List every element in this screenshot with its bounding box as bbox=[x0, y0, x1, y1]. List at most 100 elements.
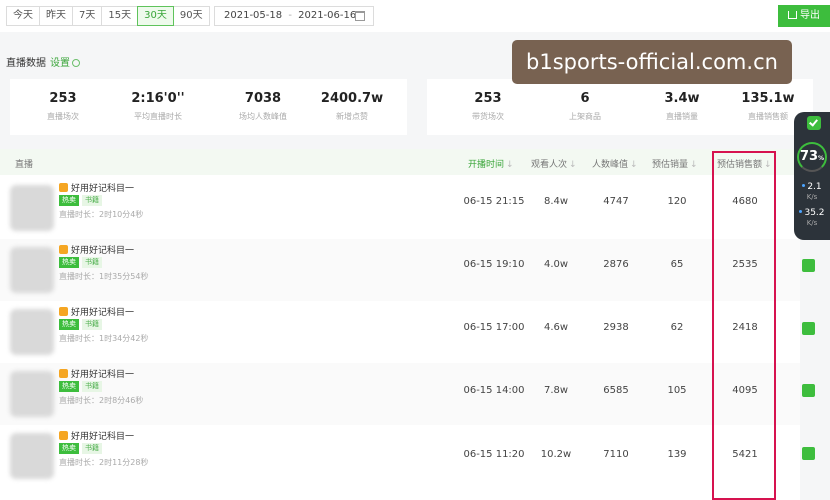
download-unit: K/s bbox=[806, 219, 818, 227]
live-thumbnail bbox=[10, 371, 54, 417]
live-title-text[interactable]: 好用好记科目一 bbox=[71, 246, 134, 256]
tag-hot: 热卖 bbox=[59, 381, 79, 392]
stat-selling-sessions: 253 带货场次 bbox=[443, 91, 533, 122]
cell-peak: 4747 bbox=[603, 196, 629, 207]
tag-book: 书籍 bbox=[82, 443, 102, 454]
calendar-icon bbox=[355, 11, 365, 21]
live-title: 好用好记科目一 bbox=[59, 243, 134, 256]
live-title-text[interactable]: 好用好记科目一 bbox=[71, 308, 134, 318]
network-speed-widget[interactable]: 73% 2.1 K/s 35.2 K/s bbox=[794, 112, 830, 240]
stat-avg-duration: 2:16'0'' 平均直播时长 bbox=[113, 91, 203, 122]
upload-value: 2.1 bbox=[807, 182, 822, 192]
upload-dot-icon bbox=[802, 184, 806, 187]
stat-label: 直播销量 bbox=[666, 112, 698, 121]
live-thumbnail bbox=[10, 309, 54, 355]
date-range-picker[interactable]: 2021-05-18 - 2021-06-16 bbox=[214, 6, 374, 26]
usage-unit: % bbox=[818, 155, 825, 162]
col-viewers-label: 观看人次 bbox=[531, 160, 568, 170]
live-sessions-table: 直播 开播时间 ↓ 观看人次 ↓ 人数峰值 ↓ 预估销量 ↓ 预估销售额 ↓ 好用好记科目… bbox=[0, 149, 800, 500]
tags: 热卖 书籍 bbox=[59, 195, 105, 206]
live-title: 好用好记科目一 bbox=[59, 305, 134, 318]
live-title-text[interactable]: 好用好记科目一 bbox=[71, 184, 134, 194]
export-label: 导出 bbox=[800, 10, 820, 21]
stat-value: 253 bbox=[49, 91, 77, 106]
live-tv-icon bbox=[59, 369, 68, 378]
col-viewers[interactable]: 观看人次 ↓ bbox=[531, 157, 577, 170]
stat-value: 6 bbox=[580, 91, 590, 106]
date-start: 2021-05-18 bbox=[224, 10, 283, 21]
stat-peak-viewers: 7038 场均人数峰值 bbox=[218, 91, 308, 122]
live-duration: 直播时长：1时35分54秒 bbox=[59, 272, 149, 281]
live-duration: 直播时长：2时11分28秒 bbox=[59, 458, 149, 467]
sort-icon: ↓ bbox=[506, 160, 514, 170]
cell-viewers: 4.6w bbox=[543, 322, 569, 333]
sort-icon: ↓ bbox=[630, 160, 638, 170]
date-separator: - bbox=[288, 10, 292, 21]
settings-link[interactable]: 设置 bbox=[50, 58, 70, 69]
stat-label: 直播场次 bbox=[47, 112, 79, 121]
col-sales[interactable]: 预估销量 ↓ bbox=[652, 157, 698, 170]
live-tv-icon bbox=[59, 307, 68, 316]
table-row[interactable]: 好用好记科目一 热卖 书籍 直播时长：2时10分4秒 06-15 21:15 8.… bbox=[0, 177, 800, 239]
table-header: 直播 开播时间 ↓ 观看人次 ↓ 人数峰值 ↓ 预估销量 ↓ 预估销售额 ↓ bbox=[0, 149, 800, 175]
stat-live-sales: 3.4w 直播销量 bbox=[637, 91, 727, 122]
tag-book: 书籍 bbox=[82, 257, 102, 268]
upload-speed: 2.1 K/s bbox=[794, 182, 830, 202]
live-title: 好用好记科目一 bbox=[59, 367, 134, 380]
stat-listed-products: 6 上架商品 bbox=[540, 91, 630, 122]
cell-peak: 6585 bbox=[603, 385, 629, 396]
cell-sales: 105 bbox=[667, 385, 687, 396]
export-button[interactable]: 导出 bbox=[778, 5, 830, 27]
sort-icon: ↓ bbox=[690, 160, 698, 170]
range-yesterday-button[interactable]: 昨天 bbox=[39, 6, 73, 26]
live-title-text[interactable]: 好用好记科目一 bbox=[71, 432, 134, 442]
table-row[interactable]: 好用好记科目一 热卖 书籍 直播时长：2时11分28秒 06-15 11:20 1… bbox=[0, 425, 800, 487]
stat-label: 上架商品 bbox=[569, 112, 601, 121]
range-7d-button[interactable]: 7天 bbox=[72, 6, 103, 26]
tags: 热卖 书籍 bbox=[59, 443, 105, 454]
cell-start-time: 06-15 11:20 bbox=[463, 449, 525, 460]
analyze-icon[interactable] bbox=[802, 447, 815, 460]
stat-value: 253 bbox=[474, 91, 502, 106]
live-title-text[interactable]: 好用好记科目一 bbox=[71, 370, 134, 380]
date-range-selector: 今天 昨天 7天 15天 30天 90天 bbox=[6, 6, 210, 26]
live-tv-icon bbox=[59, 431, 68, 440]
shield-icon bbox=[807, 116, 821, 130]
upload-unit: K/s bbox=[806, 193, 818, 201]
col-sales-label: 预估销量 bbox=[652, 160, 689, 170]
stat-value: 3.4w bbox=[664, 91, 700, 106]
tags: 热卖 书籍 bbox=[59, 257, 105, 268]
table-row[interactable]: 好用好记科目一 热卖 书籍 直播时长：2时8分46秒 06-15 14:00 7.… bbox=[0, 363, 800, 425]
usage-percent: 73 bbox=[799, 149, 819, 164]
stat-value: 135.1w bbox=[741, 91, 795, 106]
analyze-icon[interactable] bbox=[802, 259, 815, 272]
download-dot-icon bbox=[799, 210, 803, 213]
stat-value: 7038 bbox=[244, 91, 282, 106]
tag-book: 书籍 bbox=[82, 319, 102, 330]
col-peak[interactable]: 人数峰值 ↓ bbox=[592, 157, 638, 170]
toolbar: 今天 昨天 7天 15天 30天 90天 2021-05-18 - 2021-0… bbox=[0, 0, 830, 32]
analyze-icon[interactable] bbox=[802, 322, 815, 335]
analyze-icon[interactable] bbox=[802, 384, 815, 397]
tag-hot: 热卖 bbox=[59, 443, 79, 454]
cell-viewers: 7.8w bbox=[543, 385, 569, 396]
tag-hot: 热卖 bbox=[59, 257, 79, 268]
cell-peak: 2938 bbox=[603, 322, 629, 333]
range-15d-button[interactable]: 15天 bbox=[101, 6, 139, 26]
section-header: 直播数据 设置 bbox=[6, 54, 80, 69]
col-live: 直播 bbox=[15, 160, 34, 170]
usage-gauge: 73% bbox=[797, 142, 827, 172]
range-90d-button[interactable]: 90天 bbox=[172, 6, 210, 26]
cell-start-time: 06-15 19:10 bbox=[463, 259, 525, 270]
table-row[interactable]: 好用好记科目一 热卖 书籍 直播时长：1时35分54秒 06-15 19:10 4… bbox=[0, 239, 800, 301]
col-start-time[interactable]: 开播时间 ↓ bbox=[468, 157, 514, 170]
cell-peak: 2876 bbox=[603, 259, 629, 270]
live-title: 好用好记科目一 bbox=[59, 429, 134, 442]
table-row[interactable]: 好用好记科目一 热卖 书籍 直播时长：1时34分42秒 06-15 17:00 4… bbox=[0, 301, 800, 363]
range-30d-button[interactable]: 30天 bbox=[137, 6, 174, 26]
gear-icon[interactable] bbox=[72, 59, 80, 67]
live-thumbnail bbox=[10, 247, 54, 293]
stat-label: 场均人数峰值 bbox=[239, 112, 287, 121]
range-today-button[interactable]: 今天 bbox=[6, 6, 40, 26]
live-duration: 直播时长：2时10分4秒 bbox=[59, 210, 144, 219]
